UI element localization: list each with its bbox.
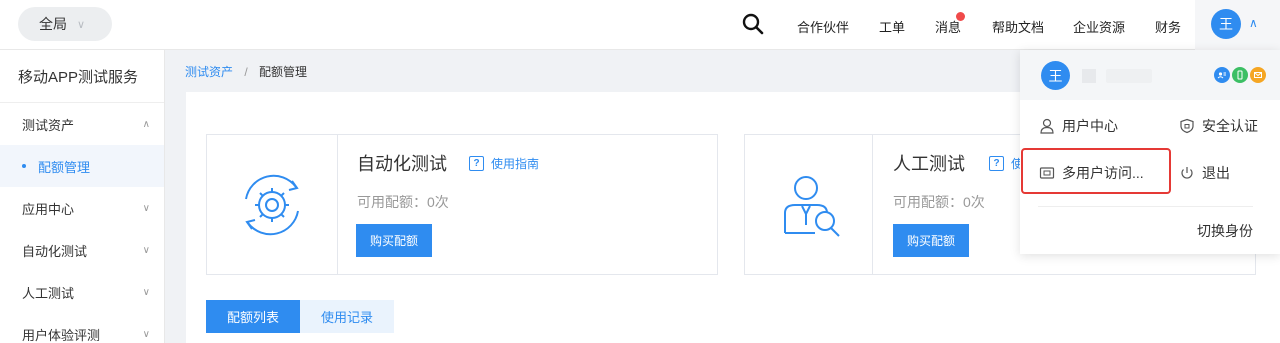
- card-title: 人工测试: [893, 154, 965, 174]
- automation-gear-icon: [245, 174, 299, 235]
- sidebar-item-quota-management[interactable]: 配额管理: [0, 145, 164, 187]
- help-icon: ?: [469, 156, 484, 171]
- scope-label: 全局: [39, 16, 67, 32]
- breadcrumb-separator: /: [244, 65, 248, 79]
- switch-identity-link[interactable]: 切换身份: [1197, 221, 1253, 241]
- email-badge-icon[interactable]: [1250, 67, 1266, 83]
- sidebar-item-label: 测试资产: [22, 117, 75, 133]
- sidebar-item-test-assets[interactable]: 测试资产 ∧: [0, 103, 164, 145]
- breadcrumb: 测试资产 / 配额管理: [185, 63, 307, 80]
- verification-badges: [1214, 67, 1266, 83]
- tester-icon: [783, 175, 840, 237]
- nav-partners[interactable]: 合作伙伴: [797, 17, 849, 36]
- identity-badge-icon[interactable]: [1214, 67, 1230, 83]
- dropdown-divider: [1038, 206, 1253, 207]
- usage-guide-link[interactable]: ? 使: [989, 155, 1023, 172]
- sidebar-item-manual-testing[interactable]: 人工测试 ∨: [0, 271, 164, 313]
- available-quota: 可用配额：0次: [357, 194, 449, 210]
- manual-testing-icon-box: [745, 135, 873, 274]
- sidebar-item-label: 配额管理: [38, 159, 91, 175]
- chevron-down-icon: ∨: [142, 244, 150, 256]
- chevron-up-icon: ∧: [1249, 16, 1258, 30]
- automation-card: 自动化测试 ? 使用指南 可用配额：0次 购买配额: [206, 134, 718, 275]
- security-auth-item[interactable]: 安全认证: [1179, 116, 1258, 136]
- user-icon: [1040, 118, 1054, 134]
- sidebar-title: 移动APP测试服务: [0, 50, 164, 103]
- avatar: 王: [1041, 61, 1070, 90]
- avatar: 王: [1211, 9, 1241, 39]
- logout-label: 退出: [1202, 165, 1230, 181]
- quota-tabs: 配额列表 使用记录: [206, 300, 394, 333]
- chevron-down-icon: ∨: [142, 286, 150, 298]
- nav-finance[interactable]: 财务: [1155, 17, 1181, 36]
- nav-tickets[interactable]: 工单: [879, 17, 905, 36]
- user-center-label: 用户中心: [1062, 118, 1118, 134]
- user-menu-trigger[interactable]: 王 ∧: [1195, 0, 1280, 50]
- redacted-username: [1106, 69, 1152, 83]
- usage-guide-link[interactable]: ? 使用指南: [469, 155, 539, 172]
- search-icon[interactable]: [742, 13, 764, 35]
- logout-item[interactable]: 退出: [1179, 163, 1230, 183]
- chevron-down-icon: ∨: [142, 202, 150, 214]
- sidebar-item-label: 自动化测试: [22, 243, 88, 259]
- card-title: 自动化测试: [357, 154, 447, 174]
- sidebar: 移动APP测试服务 测试资产 ∧ 配额管理 应用中心 ∨ 自动化测试 ∨ 人工测…: [0, 50, 165, 343]
- automation-icon-box: [207, 135, 338, 274]
- chevron-down-icon: ∨: [142, 328, 150, 340]
- help-icon: ?: [989, 156, 1004, 171]
- sidebar-item-label: 应用中心: [22, 201, 75, 217]
- highlight-box: [1021, 148, 1171, 194]
- shield-icon: [1180, 118, 1194, 134]
- sidebar-item-label: 用户体验评测: [22, 327, 101, 343]
- sidebar-item-app-center[interactable]: 应用中心 ∨: [0, 187, 164, 229]
- usage-guide-label: 使用指南: [491, 157, 540, 171]
- notification-dot: [956, 12, 965, 21]
- sidebar-item-ux-evaluation[interactable]: 用户体验评测 ∨: [0, 313, 164, 343]
- phone-badge-icon[interactable]: [1232, 67, 1248, 83]
- redacted-block: [1082, 69, 1096, 83]
- power-icon: [1181, 167, 1193, 179]
- nav-enterprise-resources[interactable]: 企业资源: [1073, 17, 1125, 36]
- available-quota: 可用配额：0次: [893, 194, 985, 210]
- bullet-icon: [22, 164, 26, 168]
- chevron-down-icon: ∨: [77, 18, 86, 31]
- sidebar-item-label: 人工测试: [22, 285, 75, 301]
- dropdown-header: 王: [1020, 50, 1280, 100]
- security-auth-label: 安全认证: [1202, 118, 1258, 134]
- buy-quota-button[interactable]: 购买配额: [893, 224, 969, 257]
- nav-help-docs[interactable]: 帮助文档: [992, 17, 1044, 36]
- chevron-up-icon: ∧: [142, 118, 150, 130]
- tab-usage-records[interactable]: 使用记录: [300, 300, 394, 333]
- top-bar: 全局 ∨ 合作伙伴 工单 消息 帮助文档 企业资源 财务 王 ∧: [0, 0, 1280, 50]
- breadcrumb-current: 配额管理: [259, 65, 308, 79]
- user-center-item[interactable]: 用户中心: [1039, 116, 1118, 136]
- scope-selector[interactable]: 全局 ∨: [18, 7, 112, 41]
- sidebar-item-automation[interactable]: 自动化测试 ∨: [0, 229, 164, 271]
- buy-quota-button[interactable]: 购买配额: [356, 224, 432, 257]
- tab-quota-list[interactable]: 配额列表: [206, 300, 300, 333]
- breadcrumb-parent[interactable]: 测试资产: [185, 65, 233, 79]
